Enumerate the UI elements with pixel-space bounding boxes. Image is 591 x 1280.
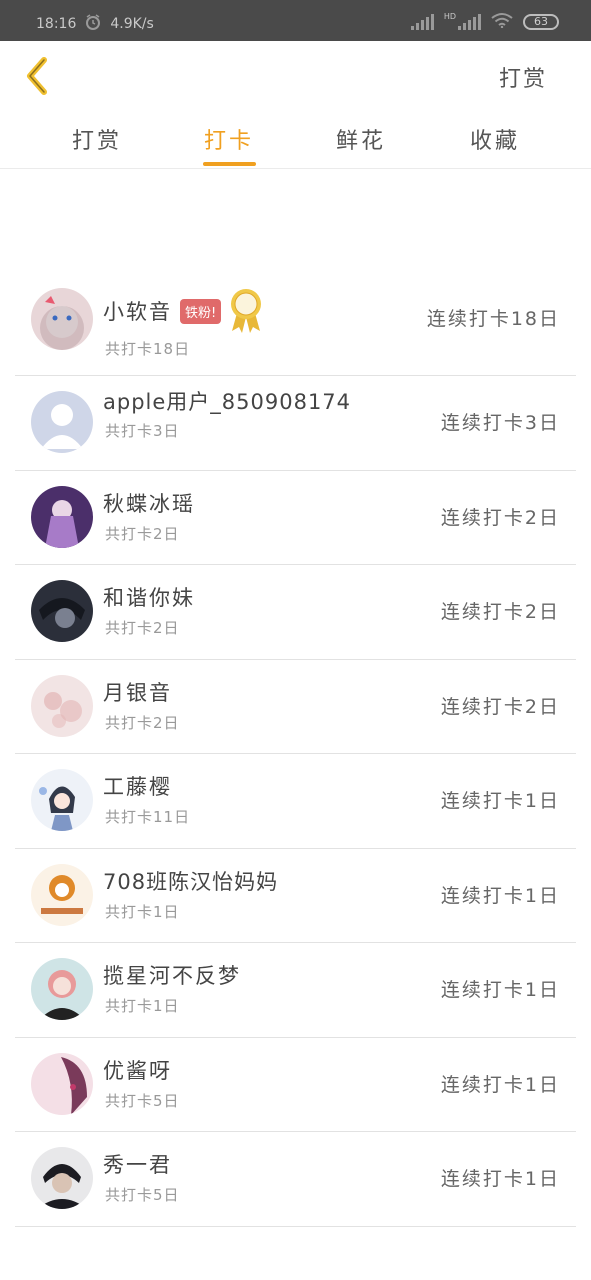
list-item[interactable]: 工藤樱 共打卡11日 连续打卡1日 — [15, 754, 576, 849]
user-name: 优酱呀 — [103, 1058, 172, 1083]
avatar — [31, 1147, 93, 1209]
name-line: 工藤樱 — [103, 771, 172, 801]
avatar — [31, 863, 93, 926]
user-name: apple用户_850908174 — [103, 390, 352, 414]
streak-days: 连续打卡1日 — [440, 790, 560, 812]
avatar — [31, 1052, 93, 1115]
name-line: 优酱呀 — [103, 1055, 172, 1085]
total-checkin: 共打卡11日 — [105, 808, 191, 826]
name-line: 月银音 — [103, 677, 172, 707]
list-item[interactable]: 秀一君 共打卡5日 连续打卡1日 — [15, 1132, 576, 1227]
avatar — [31, 674, 93, 737]
fan-badge: 铁粉! — [180, 298, 222, 324]
list-item[interactable]: 和谐你妹 共打卡2日 连续打卡2日 — [15, 565, 576, 660]
chevron-left-icon — [27, 57, 47, 95]
user-name: 秀一君 — [103, 1153, 172, 1177]
signal-icon-2 — [458, 14, 481, 30]
back-button[interactable] — [18, 55, 58, 97]
user-name: 708班陈汉怡妈妈 — [103, 869, 279, 894]
alarm-icon — [84, 13, 102, 35]
medal-icon — [229, 287, 263, 335]
status-right: HD 63 — [410, 11, 559, 32]
tab-favorites[interactable]: 收藏 — [455, 123, 535, 155]
name-line: 和谐你妹 — [103, 582, 195, 612]
streak-days: 连续打卡1日 — [440, 979, 560, 1001]
avatar — [31, 485, 93, 548]
avatar — [31, 580, 93, 642]
status-time: 18:16 — [36, 16, 77, 32]
name-line: 小软音 铁粉! — [103, 287, 263, 335]
status-speed: 4.9K/s — [110, 16, 154, 32]
user-name: 和谐你妹 — [103, 586, 195, 610]
streak-days: 连续打卡3日 — [440, 412, 560, 434]
list-item[interactable]: 708班陈汉怡妈妈 共打卡1日 连续打卡1日 — [15, 849, 576, 943]
streak-days: 连续打卡18日 — [426, 308, 560, 330]
user-name: 工藤樱 — [103, 775, 172, 799]
avatar — [31, 769, 93, 831]
list-item[interactable]: 小软音 铁粉! 共打卡18日 连续打卡18日 — [15, 270, 576, 376]
list-item[interactable]: 揽星河不反梦 共打卡1日 连续打卡1日 — [15, 943, 576, 1038]
streak-days: 连续打卡2日 — [440, 506, 560, 529]
list-item[interactable]: 秋蝶冰瑶 共打卡2日 连续打卡2日 — [15, 471, 576, 565]
total-checkin: 共打卡3日 — [105, 422, 180, 440]
name-line: apple用户_850908174 — [103, 386, 351, 416]
name-line: 揽星河不反梦 — [103, 960, 241, 990]
total-checkin: 共打卡2日 — [105, 619, 180, 637]
streak-days: 连续打卡1日 — [440, 1073, 560, 1096]
header: 打赏 — [0, 41, 591, 111]
name-line: 秀一君 — [103, 1149, 172, 1179]
list-item[interactable]: apple用户_850908174 共打卡3日 连续打卡3日 — [15, 376, 576, 471]
reward-button[interactable]: 打赏 — [499, 61, 547, 93]
streak-days: 连续打卡1日 — [440, 1168, 560, 1190]
name-line: 秋蝶冰瑶 — [103, 488, 195, 518]
streak-days: 连续打卡1日 — [440, 884, 560, 907]
total-checkin: 共打卡2日 — [105, 713, 180, 732]
total-checkin: 共打卡5日 — [105, 1091, 180, 1110]
total-checkin: 共打卡1日 — [105, 902, 180, 921]
total-checkin: 共打卡5日 — [105, 1186, 180, 1204]
streak-days: 连续打卡2日 — [440, 695, 560, 718]
user-name: 揽星河不反梦 — [103, 964, 241, 988]
status-bar: 18:16 4.9K/s HD 63 — [0, 0, 591, 41]
tab-checkin[interactable]: 打卡 — [189, 123, 269, 155]
user-name: 秋蝶冰瑶 — [103, 491, 195, 516]
avatar — [31, 958, 93, 1020]
total-checkin: 共打卡1日 — [105, 997, 180, 1015]
tab-reward[interactable]: 打赏 — [57, 123, 137, 155]
avatar — [31, 288, 93, 350]
avatar — [31, 391, 93, 453]
streak-days: 连续打卡2日 — [440, 601, 560, 623]
wifi-icon — [491, 12, 513, 32]
tab-indicator — [203, 162, 256, 166]
checkin-list: 小软音 铁粉! 共打卡18日 连续打卡18日 apple用户_850908174… — [0, 270, 591, 1227]
signal-icon — [410, 14, 434, 30]
user-name: 小软音 — [103, 300, 172, 324]
total-checkin: 共打卡18日 — [105, 340, 191, 358]
list-item[interactable]: 月银音 共打卡2日 连续打卡2日 — [15, 660, 576, 754]
total-checkin: 共打卡2日 — [105, 524, 180, 543]
network-type: HD — [443, 11, 456, 21]
status-left: 18:16 4.9K/s — [36, 13, 154, 35]
tab-bar: 打赏 打卡 鲜花 收藏 — [0, 111, 591, 169]
user-name: 月银音 — [103, 680, 172, 705]
list-item[interactable]: 优酱呀 共打卡5日 连续打卡1日 — [15, 1038, 576, 1132]
name-line: 708班陈汉怡妈妈 — [103, 866, 278, 896]
tab-flowers[interactable]: 鲜花 — [321, 123, 401, 155]
battery-icon: 63 — [523, 14, 559, 30]
